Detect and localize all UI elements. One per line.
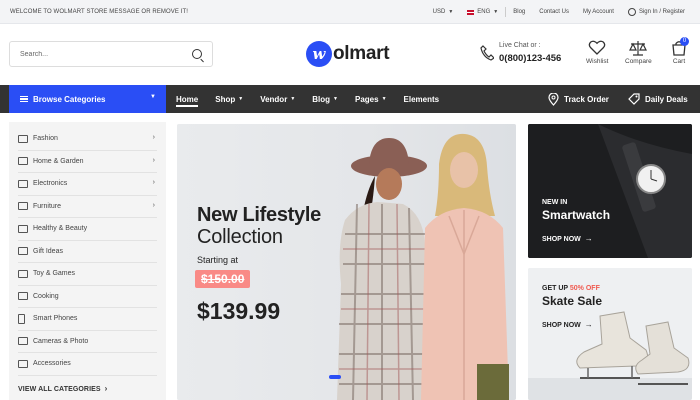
category-item-cameras-photo[interactable]: Cameras & Photo (18, 331, 157, 353)
live-chat-label: Live Chat or : (499, 42, 541, 49)
search-box (9, 41, 213, 67)
chevron-right-icon: › (152, 134, 155, 141)
phone-icon (18, 313, 25, 324)
nav-menu: Home Shop ▼ Vendor ▼ Blog ▼ Pages ▼ Elements (176, 85, 456, 113)
promo-eyebrow: NEW IN (542, 199, 568, 206)
header: w olmart Live Chat or : 0(800)123-456 Wi… (0, 24, 700, 85)
top-bar: WELCOME TO WOLMART STORE MESSAGE OR REMO… (0, 0, 700, 24)
track-order-link[interactable]: Track Order (548, 85, 609, 113)
promo-smartwatch[interactable]: NEW IN Smartwatch SHOP NOW → (528, 124, 692, 258)
compare-button[interactable]: Compare (625, 40, 652, 65)
category-sidebar: Fashion › Home & Garden › Electronics › Fur… (9, 122, 166, 400)
user-icon (627, 8, 636, 16)
promo-title: Smartwatch (542, 208, 611, 222)
category-item-furniture[interactable]: Furniture › (18, 196, 157, 218)
hero-subtitle: Collection (197, 226, 283, 248)
chevron-right-icon: › (152, 156, 155, 164)
chevron-right-icon: › (152, 179, 155, 186)
gamepad-icon (18, 269, 28, 278)
language-select[interactable]: ENG ▼ (460, 0, 505, 24)
search-input[interactable] (20, 49, 180, 60)
view-all-categories-link[interactable]: VIEW ALL CATEGORIES › (18, 384, 157, 393)
arrow-right-icon: → (584, 234, 593, 243)
search-icon[interactable] (192, 49, 202, 59)
home-icon (18, 157, 28, 166)
slider-dot-active[interactable] (329, 375, 341, 379)
category-item-cooking[interactable]: Cooking (18, 286, 157, 308)
category-item-toy-games[interactable]: Toy & Games (18, 263, 157, 286)
arrow-right-icon: → (584, 320, 593, 329)
heart-pulse-icon (18, 224, 28, 233)
accessories-icon (18, 359, 28, 368)
nav-item-vendor[interactable]: Vendor ▼ (260, 85, 295, 113)
gift-icon (18, 247, 28, 256)
promo-eyebrow: GET UP 50% OFF (542, 285, 600, 292)
monitor-icon (18, 179, 28, 188)
chevron-right-icon: › (152, 201, 155, 209)
nav-item-pages[interactable]: Pages ▼ (355, 85, 387, 113)
hero-slider[interactable]: New Lifestyle Collection Starting at $15… (177, 124, 516, 400)
hero-new-price: $139.99 (197, 298, 281, 324)
category-item-healthy-beauty[interactable]: Healthy & Beauty (18, 218, 157, 241)
chevron-down-icon: ▼ (333, 96, 338, 102)
nav-item-shop[interactable]: Shop ▼ (215, 85, 243, 113)
hero-starting-label: Starting at (197, 255, 239, 265)
welcome-message: WELCOME TO WOLMART STORE MESSAGE OR REMO… (10, 9, 189, 15)
camera-icon (18, 337, 28, 346)
chevron-down-icon: ▼ (381, 96, 387, 102)
nav-item-home[interactable]: Home (176, 85, 199, 113)
map-pin-icon (548, 92, 559, 106)
blog-link[interactable]: Blog (506, 0, 532, 24)
category-item-accessories[interactable]: Accessories (18, 353, 157, 376)
shop-now-link[interactable]: SHOP NOW → (542, 234, 593, 243)
phone-number: 0(800)123-456 (499, 53, 562, 64)
cart-button[interactable]: 0 Cart (671, 37, 689, 65)
category-item-gift-ideas[interactable]: Gift Ideas (18, 241, 157, 263)
logo-text: olmart (333, 43, 390, 64)
currency-select[interactable]: USD ▼ (426, 0, 461, 24)
sofa-icon (18, 202, 28, 211)
heart-icon (588, 40, 606, 55)
phone-icon (480, 45, 494, 61)
promo-skate-sale[interactable]: GET UP 50% OFF Skate Sale SHOP NOW → (528, 268, 692, 400)
compare-scale-icon (629, 41, 648, 56)
main-nav: Browse Categories ▼ Home Shop ▼ Vendor ▼ B… (0, 85, 700, 113)
cooking-pot-icon (18, 292, 28, 301)
daily-deals-link[interactable]: Daily Deals (628, 85, 688, 113)
sign-in-register-link[interactable]: Sign In / Register (621, 0, 692, 24)
hero-old-price: $150.00 (195, 270, 251, 288)
promo-title: Skate Sale (542, 294, 603, 308)
chevron-down-icon: ▼ (448, 9, 454, 15)
category-item-fashion[interactable]: Fashion › (18, 128, 157, 151)
browse-categories-button[interactable]: Browse Categories ▼ (9, 85, 166, 113)
nav-item-blog[interactable]: Blog ▼ (312, 85, 338, 113)
category-item-electronics[interactable]: Electronics › (18, 173, 157, 196)
category-item-smart-phones[interactable]: Smart Phones (18, 308, 157, 331)
site-logo[interactable]: w olmart (306, 40, 390, 68)
wishlist-button[interactable]: Wishlist (586, 40, 608, 65)
chevron-right-icon: › (104, 383, 108, 393)
tshirt-icon (18, 134, 28, 143)
contact-us-link[interactable]: Contact Us (532, 0, 576, 24)
nav-item-elements[interactable]: Elements (404, 85, 440, 113)
shop-now-link[interactable]: SHOP NOW → (542, 320, 593, 329)
chevron-down-icon: ▼ (150, 94, 156, 100)
hero-title: New Lifestyle (197, 204, 321, 226)
chevron-down-icon: ▼ (238, 96, 244, 102)
menu-icon (20, 94, 28, 104)
logo-mark: w (306, 41, 332, 67)
uk-flag-icon (467, 9, 475, 15)
my-account-link[interactable]: My Account (576, 0, 621, 24)
top-bar-links: USD ▼ ENG ▼ Blog Contact Us My Account Sig… (426, 0, 692, 24)
category-item-home-garden[interactable]: Home & Garden › (18, 151, 157, 173)
chevron-down-icon: ▼ (290, 96, 296, 102)
tag-icon (628, 93, 640, 105)
chevron-down-icon: ▼ (493, 9, 499, 15)
cart-count-badge: 0 (680, 37, 689, 46)
